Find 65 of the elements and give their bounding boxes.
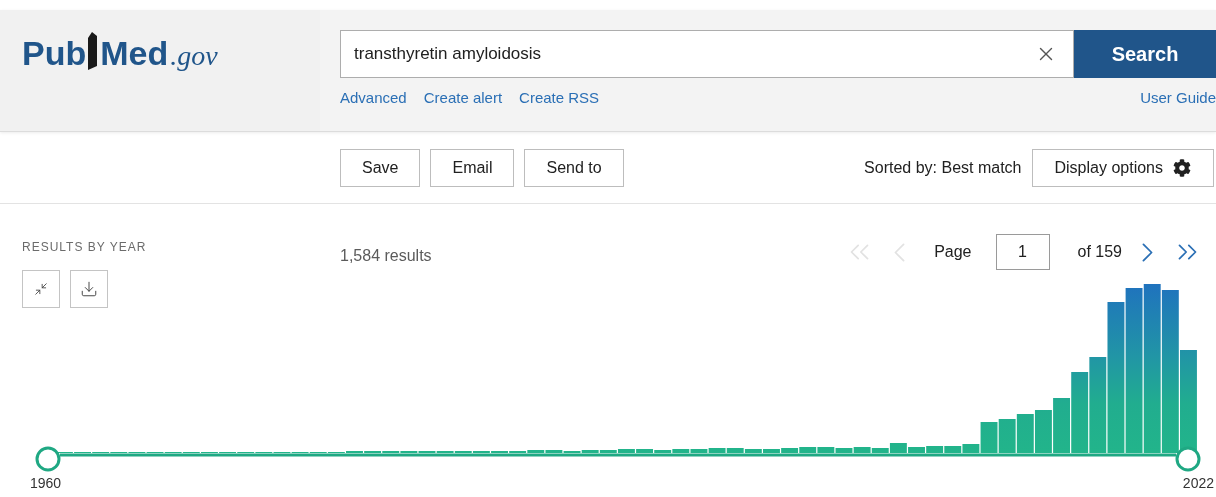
histogram-bar[interactable] — [1107, 302, 1125, 453]
histogram-bar[interactable] — [835, 448, 853, 453]
sort-label: Sorted by: Best match — [864, 157, 1022, 178]
download-icon — [80, 280, 98, 298]
page-label: Page — [934, 242, 972, 262]
download-button[interactable] — [70, 270, 108, 308]
histogram-bar[interactable] — [1125, 288, 1143, 453]
histogram-bar[interactable] — [672, 449, 690, 453]
histogram-bar[interactable] — [926, 446, 944, 453]
histogram-bar[interactable] — [617, 449, 635, 453]
histogram-bar[interactable] — [654, 450, 672, 453]
double-chevron-icon — [849, 244, 869, 260]
histogram-bar[interactable] — [726, 448, 744, 453]
results-by-year-title: RESULTS BY YEAR — [22, 240, 147, 254]
histogram-bar[interactable] — [690, 449, 708, 453]
search-link[interactable]: Create RSS — [519, 87, 600, 110]
histogram-bar[interactable] — [871, 448, 889, 453]
histogram-bar[interactable] — [998, 419, 1016, 453]
histogram-bar[interactable] — [781, 448, 799, 453]
search-bar[interactable]: transthyretin amyloidosis — [340, 30, 1074, 78]
collapse-icon — [34, 282, 48, 296]
histogram-bar[interactable] — [636, 449, 654, 453]
histogram-bar[interactable] — [944, 446, 962, 453]
results-count: 1,584 results — [340, 246, 432, 266]
histogram-bar[interactable] — [527, 450, 545, 453]
year-range-track[interactable] — [60, 453, 1176, 457]
pubmed-logo[interactable]: Pub Med.gov — [22, 32, 218, 72]
double-chevron-icon — [1177, 244, 1197, 260]
histogram-bar[interactable] — [817, 447, 835, 453]
chevron-icon — [1141, 242, 1153, 262]
histogram-bar[interactable] — [599, 450, 617, 453]
histogram-bar[interactable] — [1071, 372, 1089, 453]
histogram-bar[interactable] — [1016, 414, 1034, 453]
page-number-field[interactable]: 1 — [995, 234, 1050, 270]
start-year-label: 1960 — [30, 474, 62, 493]
action-button[interactable]: Send to — [524, 148, 624, 187]
range-start-handle[interactable] — [35, 446, 61, 472]
range-end-handle[interactable] — [1175, 446, 1201, 472]
chevron-icon — [893, 242, 905, 262]
end-year-label: 2022 — [1182, 474, 1214, 493]
histogram-bar[interactable] — [962, 444, 980, 453]
collapse-button[interactable] — [22, 270, 60, 308]
action-button[interactable]: Email — [430, 148, 515, 187]
histogram-bar[interactable] — [744, 449, 762, 453]
histogram-bar[interactable] — [1034, 410, 1052, 453]
histogram-bar[interactable] — [980, 422, 998, 453]
histogram-bar[interactable] — [545, 450, 563, 453]
gear-icon — [1173, 158, 1191, 177]
page-count: of 159 — [1077, 242, 1122, 262]
search-link[interactable]: Advanced — [340, 87, 407, 110]
search-field[interactable]: transthyretin amyloidosis — [354, 41, 1035, 67]
histogram-bar[interactable] — [799, 447, 817, 453]
user-guide-link[interactable]: User Guide — [1140, 87, 1216, 110]
histogram-bar[interactable] — [708, 448, 726, 453]
histogram-bar[interactable] — [1161, 290, 1179, 453]
histogram-bar[interactable] — [1180, 350, 1197, 453]
histogram-bar[interactable] — [581, 450, 599, 453]
display-options-button[interactable]: Display options — [1031, 148, 1214, 187]
histogram-bar[interactable] — [853, 447, 871, 453]
action-button[interactable]: Save — [340, 148, 421, 187]
histogram-bar[interactable] — [1143, 284, 1161, 453]
search-button[interactable]: Search — [1074, 30, 1216, 78]
search-link[interactable]: Create alert — [423, 87, 503, 110]
histogram-bar[interactable] — [889, 443, 907, 453]
histogram-bar[interactable] — [1089, 357, 1107, 453]
